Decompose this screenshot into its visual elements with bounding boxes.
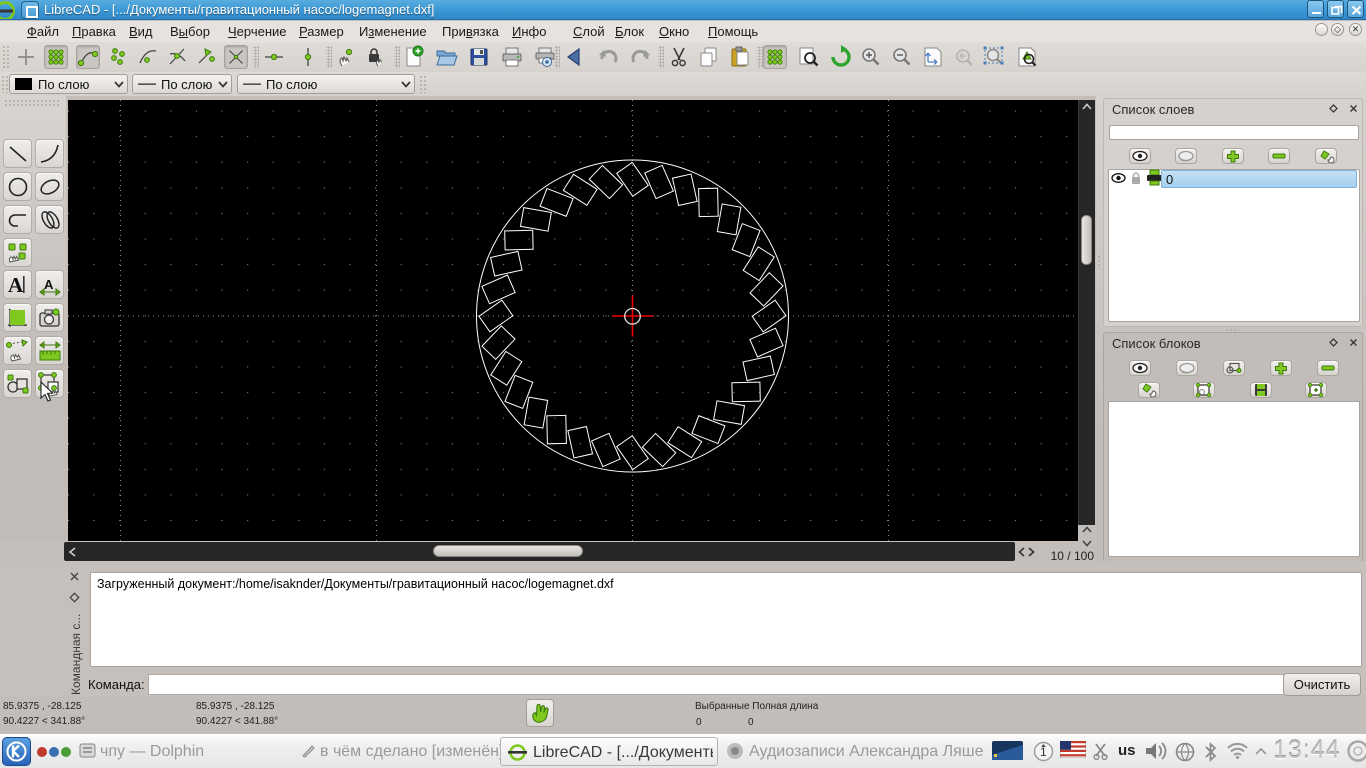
svg-text:1: 1	[1040, 745, 1047, 759]
svg-text:A: A	[44, 277, 54, 292]
svg-text:A: A	[8, 273, 24, 297]
